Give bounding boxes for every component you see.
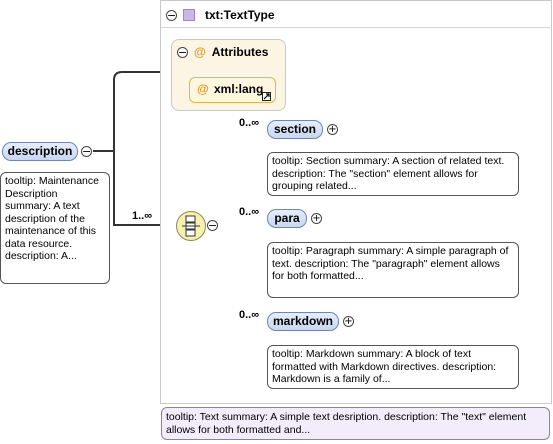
root-element-description[interactable]: description: [2, 142, 78, 161]
child-section-occurrence: 0..∞: [239, 117, 260, 129]
collapse-sequence-icon[interactable]: −: [207, 220, 218, 231]
child-para-label: para: [274, 211, 300, 225]
type-header: − txt:TextType: [166, 8, 275, 22]
type-tooltip: tooltip: Text summary: A simple text des…: [161, 407, 550, 440]
type-header-divider: [161, 27, 550, 28]
child-markdown-label: markdown: [272, 314, 333, 328]
expand-markdown-icon[interactable]: +: [343, 316, 354, 327]
child-para-occurrence: 0..∞: [239, 206, 260, 218]
collapse-attributes-icon[interactable]: −: [177, 46, 188, 58]
type-title: txt:TextType: [205, 8, 275, 22]
child-section-tooltip: tooltip: Section summary: A section of r…: [267, 152, 519, 196]
child-markdown-tooltip: tooltip: Markdown summary: A block of te…: [267, 345, 519, 389]
reference-arrow-icon: [262, 92, 271, 101]
attributes-header: − @ Attributes: [177, 45, 268, 59]
attribute-xml-lang[interactable]: @ xml:lang: [189, 77, 276, 103]
attribute-name: xml:lang: [214, 82, 264, 96]
expand-section-icon[interactable]: +: [327, 124, 338, 135]
complex-type-icon: [183, 9, 195, 21]
attribute-at-icon: @: [197, 82, 209, 96]
expand-para-icon[interactable]: +: [311, 213, 322, 224]
root-tooltip: tooltip: Maintenance Description summary…: [0, 172, 110, 284]
child-para-tooltip: tooltip: Paragraph summary: A simple par…: [267, 242, 519, 298]
child-element-para[interactable]: para: [267, 209, 307, 228]
collapse-root-icon[interactable]: −: [81, 146, 92, 157]
sequence-compositor-icon[interactable]: [176, 211, 206, 241]
child-element-markdown[interactable]: markdown: [267, 312, 339, 331]
attributes-at-icon: @: [194, 45, 206, 59]
child-markdown-occurrence: 0..∞: [239, 309, 260, 321]
child-element-section[interactable]: section: [267, 120, 323, 139]
collapse-type-icon[interactable]: −: [166, 9, 177, 21]
attributes-title: Attributes: [211, 45, 269, 59]
root-element-label: description: [7, 144, 73, 158]
child-section-label: section: [273, 122, 316, 136]
sequence-occurrence: 1..∞: [132, 210, 153, 222]
